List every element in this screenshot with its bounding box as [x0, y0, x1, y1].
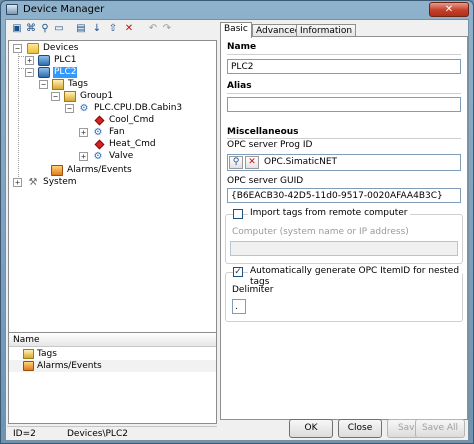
- undo-icon[interactable]: ↶: [147, 23, 159, 35]
- tree-label-tags: Tags: [68, 79, 88, 89]
- save-all-button[interactable]: Save All: [415, 419, 465, 438]
- tree-label-cabin3: PLC.CPU.DB.Cabin3: [94, 103, 183, 113]
- structure-icon: ⚙: [93, 151, 103, 162]
- new-device-icon[interactable]: ▣: [11, 23, 23, 35]
- group-folder-icon: [64, 91, 76, 102]
- expand-icon[interactable]: +: [79, 128, 88, 137]
- structure-icon: ⚙: [93, 127, 103, 138]
- tree-label-alarms: Alarms/Events: [67, 165, 132, 175]
- tag-diamond-icon: [94, 115, 105, 126]
- alarm-icon: [51, 165, 63, 176]
- window-title: Device Manager: [23, 4, 105, 15]
- alarm-icon: [23, 361, 34, 371]
- collapse-icon[interactable]: −: [65, 104, 74, 113]
- miscellaneous-heading: Miscellaneous: [227, 127, 299, 137]
- property-tabs: Basic Advanced Information: [220, 22, 468, 38]
- ok-button[interactable]: OK: [289, 419, 333, 438]
- remote-computer-field[interactable]: [230, 241, 458, 256]
- collapse-icon[interactable]: −: [51, 92, 60, 101]
- progid-field[interactable]: ⚲ ✕ OPC.SimaticNET: [227, 154, 461, 171]
- tree-toolbar: ▣ ⌘ ⚲ ▭ ▤ ↓ ⇧ ✕ ↶ ↷: [7, 21, 217, 39]
- window-close-button[interactable]: ✕: [429, 2, 469, 17]
- import-label: Import tags from remote computer: [248, 208, 410, 219]
- delimiter-field[interactable]: .: [232, 299, 246, 314]
- list-header-name[interactable]: Name: [9, 333, 216, 347]
- add-folder-icon[interactable]: ▭: [53, 23, 65, 35]
- list-item-label: Alarms/Events: [37, 361, 102, 371]
- tree-label-group1: Group1: [80, 91, 114, 101]
- tags-folder-icon: [23, 349, 34, 359]
- tree-label-devices: Devices: [43, 43, 79, 53]
- alias-heading: Alias: [227, 81, 252, 91]
- tree-label-plc1: PLC1: [54, 55, 77, 65]
- collapse-icon[interactable]: −: [39, 80, 48, 89]
- basic-tab-page: Name PLC2 Alias Miscellaneous OPC server…: [220, 36, 468, 420]
- autogen-label: Automatically generate OPC ItemID for ne…: [248, 266, 462, 288]
- network-icon[interactable]: ⌘: [25, 23, 37, 35]
- status-id: ID=2: [13, 429, 36, 439]
- list-item[interactable]: Tags: [9, 348, 216, 360]
- app-icon: [6, 4, 18, 15]
- redo-icon[interactable]: ↷: [161, 23, 173, 35]
- itemid-group: ✓ Automatically generate OPC ItemID for …: [225, 266, 463, 322]
- progid-value: OPC.SimaticNET: [264, 157, 338, 167]
- guid-label: OPC server GUID: [227, 176, 304, 186]
- plc-icon: [38, 67, 50, 78]
- tree-label-fan: Fan: [109, 127, 125, 137]
- tags-folder-icon: [52, 79, 64, 90]
- tab-basic[interactable]: Basic: [220, 22, 252, 38]
- name-field[interactable]: PLC2: [227, 59, 461, 74]
- collapse-icon[interactable]: −: [13, 44, 22, 53]
- alias-field[interactable]: [227, 97, 461, 112]
- expand-icon[interactable]: +: [25, 56, 34, 65]
- properties-icon[interactable]: ▤: [75, 23, 87, 35]
- tag-diamond-icon: [94, 139, 105, 150]
- list-item-label: Tags: [37, 349, 57, 359]
- name-heading: Name: [227, 42, 257, 52]
- expand-icon[interactable]: +: [13, 178, 22, 187]
- children-list[interactable]: Name Tags Alarms/Events: [8, 332, 217, 424]
- expand-icon[interactable]: +: [79, 152, 88, 161]
- close-button[interactable]: Close: [338, 419, 382, 438]
- collapse-icon[interactable]: −: [25, 68, 34, 77]
- progid-label: OPC server Prog ID: [227, 140, 313, 150]
- import-checkbox[interactable]: [233, 209, 243, 219]
- sort-icon[interactable]: ↓: [91, 23, 103, 35]
- title-bar[interactable]: Device Manager ✕: [1, 1, 473, 19]
- remote-computer-label: Computer (system name or IP address): [232, 227, 409, 237]
- browse-server-icon[interactable]: ⚲: [229, 156, 243, 169]
- delete-icon[interactable]: ✕: [123, 23, 135, 35]
- device-manager-window: Device Manager ✕ ▣ ⌘ ⚲ ▭ ▤ ↓ ⇧ ✕ ↶ ↷ − D…: [0, 0, 474, 444]
- system-icon: ⚒: [28, 177, 38, 188]
- plc-icon: [38, 55, 50, 66]
- tree-label-cool-cmd: Cool_Cmd: [109, 115, 155, 125]
- tree-label-system: System: [43, 177, 77, 187]
- client-area: ▣ ⌘ ⚲ ▭ ▤ ↓ ⇧ ✕ ↶ ↷ − Devices + PLC1 − P…: [5, 19, 469, 441]
- devices-folder-icon: [27, 43, 39, 54]
- delimiter-label: Delimiter: [232, 285, 274, 295]
- list-item[interactable]: Alarms/Events: [9, 360, 216, 372]
- clear-icon[interactable]: ✕: [245, 156, 259, 169]
- tree-label-valve: Valve: [109, 151, 134, 161]
- structure-icon: ⚙: [79, 103, 89, 114]
- status-bar: ID=2 Devices\PLC2: [7, 426, 217, 440]
- import-group: Import tags from remote computer Compute…: [225, 208, 463, 264]
- device-tree[interactable]: − Devices + PLC1 − PLC2 − Tags − Group1 …: [8, 40, 217, 349]
- tree-label-heat-cmd: Heat_Cmd: [109, 139, 156, 149]
- tree-label-plc2: PLC2: [53, 67, 78, 78]
- autogen-checkbox[interactable]: ✓: [233, 267, 243, 277]
- status-path: Devices\PLC2: [67, 429, 128, 439]
- connect-icon[interactable]: ⚲: [39, 23, 51, 35]
- guid-field[interactable]: {B6EACB30-42D5-11d0-9517-0020AFAA4B3C}: [227, 188, 461, 203]
- up-arrow-icon[interactable]: ⇧: [107, 23, 119, 35]
